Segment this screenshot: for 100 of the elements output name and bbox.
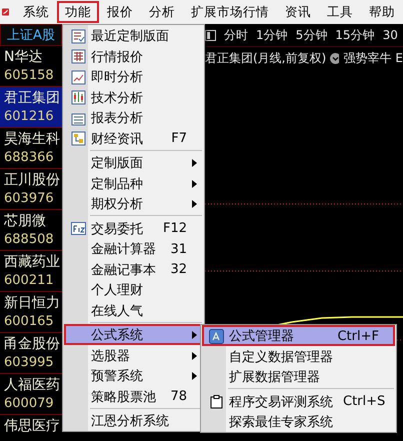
menu-option[interactable]: 最近定制版面 [64, 25, 203, 46]
report-icon [71, 110, 86, 126]
panel-toggle-icon[interactable] [205, 30, 216, 40]
stock-row[interactable]: 新日恒力 600165 [0, 292, 62, 333]
option-label: 交易委托 [91, 220, 144, 238]
stock-name: N华达 [4, 48, 44, 67]
shortcut-label: 31 [169, 242, 187, 256]
stock-name: 新日恒力 [4, 294, 61, 313]
stock-code: 603995 [4, 354, 55, 372]
period-tab[interactable]: 1分钟 [256, 26, 288, 44]
stock-row[interactable]: 君正集团 601216 [0, 87, 62, 128]
menu-item[interactable]: 扩展市场行情 [183, 1, 277, 23]
option-label: 程序交易评测系统 [229, 394, 333, 410]
stock-name: 昊海生科 [4, 130, 61, 149]
option-label: 在线人气 [91, 302, 144, 320]
option-label: 江恩分析系统 [91, 413, 170, 430]
indicator-label: E [395, 51, 403, 65]
menu-option[interactable]: 公式系统 [64, 324, 203, 344]
layout-icon [71, 28, 86, 44]
option-label: 期权分析 [91, 196, 144, 213]
submenu-arrow-icon [192, 180, 196, 188]
option-label: 扩展数据管理器 [229, 369, 321, 386]
option-label: 金融计算器 [91, 241, 157, 258]
submenu-arrow-icon [192, 159, 196, 167]
period-tab[interactable]: 15分钟 [335, 26, 375, 44]
menu-option[interactable]: 即时分析 [64, 66, 203, 86]
menu-item[interactable]: 分析 [141, 1, 183, 23]
menu-option[interactable]: 交易委托 F12 [64, 218, 203, 238]
stock-name: 正川股份 [4, 171, 61, 190]
menu-option[interactable]: 江恩分析系统 [64, 410, 203, 430]
menu-option[interactable]: 报表分析 [64, 107, 203, 128]
menu-option[interactable]: 期权分析 [64, 193, 203, 214]
shortcut-label: F12 [162, 221, 187, 236]
menu-option[interactable]: 财经资讯 F7 [64, 128, 203, 148]
menu-item[interactable]: 帮助 [361, 1, 403, 23]
shortcut-label: 32 [169, 262, 187, 277]
clipboard-icon [209, 394, 224, 409]
table-icon [71, 49, 86, 64]
chart-title: 君正集团(月线,前复权) [205, 50, 326, 66]
option-label: 定制品种 [91, 176, 144, 192]
menu-option[interactable]: 策略股票池 78 [64, 386, 203, 406]
menu-option[interactable]: 金融计算器 31 [64, 238, 203, 258]
menu-item[interactable]: 资讯 [277, 1, 319, 23]
menu-item[interactable]: 工具 [319, 1, 361, 23]
stock-code: 601216 [4, 108, 55, 126]
option-label: 探索最佳专家系统 [229, 414, 334, 431]
stock-name: 伟思医疗 [4, 417, 61, 436]
shortcut-label: F7 [170, 131, 187, 146]
shortcut-label: Ctrl+F [336, 328, 379, 344]
menu-option[interactable]: 扩展数据管理器 [202, 366, 395, 386]
formula-icon [209, 328, 224, 344]
shortcut-label: 78 [169, 389, 187, 404]
submenu-arrow-icon [192, 200, 196, 208]
menu-option[interactable]: 定制品种 [64, 172, 203, 193]
menu-item[interactable]: 报价 [99, 1, 141, 23]
menu-option[interactable]: 行情报价 [64, 46, 203, 66]
period-tab[interactable]: 5分钟 [296, 26, 328, 44]
menu-item[interactable]: 系统 [15, 1, 57, 23]
option-label: 预警系统 [91, 368, 144, 385]
menu-item[interactable]: 功能 [57, 1, 99, 23]
stock-code: 605158 [4, 67, 55, 85]
line-chart-icon [71, 70, 86, 84]
stock-code: 688366 [4, 149, 55, 167]
menu-option[interactable]: 在线人气 [64, 300, 203, 320]
stock-name: 芯朋微 [4, 212, 47, 231]
stock-row[interactable]: 西藏药业 600211 [0, 251, 62, 292]
option-label: 公式管理器 [229, 328, 295, 345]
market-tab[interactable]: 上证A股 [0, 24, 62, 46]
indicator-name[interactable]: 强势宰牛 [343, 50, 392, 66]
menu-option[interactable]: 定制版面 [64, 152, 203, 172]
stock-name: 西藏药业 [4, 253, 61, 272]
f12-icon [71, 221, 86, 236]
option-label: 个人理财 [91, 282, 144, 299]
option-label: 报表分析 [91, 110, 144, 127]
option-label: 策略股票池 [91, 388, 157, 406]
menu-option[interactable]: 程序交易评测系统 Ctrl+S [202, 390, 395, 411]
stock-name: 甬金股份 [4, 335, 61, 354]
stock-name: 人福医药 [4, 376, 61, 395]
news-icon [71, 131, 86, 146]
option-label: 公式系统 [91, 327, 144, 344]
menu-option[interactable]: 技术分析 [64, 86, 203, 107]
candlestick-icon [71, 90, 86, 105]
option-label: 金融记事本 [91, 262, 157, 278]
option-label: 技术分析 [91, 90, 144, 106]
option-label: 即时分析 [91, 69, 144, 86]
option-label: 自定义数据管理器 [229, 348, 334, 366]
option-label: 定制版面 [91, 155, 144, 172]
stock-code: 688508 [4, 231, 55, 249]
period-tab[interactable]: 分时 [224, 26, 248, 44]
menu-option[interactable]: 探索最佳专家系统 [202, 411, 395, 432]
stock-code: 603976 [4, 190, 55, 208]
menu-option[interactable]: 自定义数据管理器 [202, 346, 395, 366]
period-tab[interactable]: 30 [382, 28, 398, 42]
stock-row[interactable]: 人福医药 600079 [0, 374, 62, 415]
menu-option[interactable]: 金融记事本 32 [64, 258, 203, 279]
option-label: 最近定制版面 [91, 28, 170, 45]
dropdown-icon[interactable] [330, 52, 340, 64]
stock-name: 君正集团 [4, 89, 61, 108]
menu-option[interactable]: 公式管理器 Ctrl+F [202, 325, 395, 346]
menu-option[interactable]: 个人理财 [64, 279, 203, 300]
